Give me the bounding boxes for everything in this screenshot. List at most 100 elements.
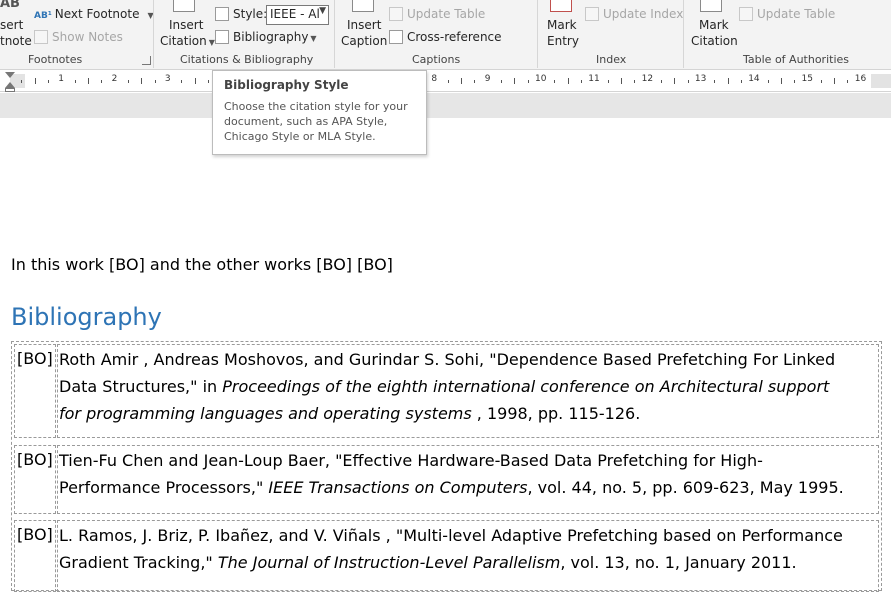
ruler-tick (501, 80, 503, 83)
ruler-number: 14 (748, 74, 760, 84)
ruler-tick (34, 78, 36, 84)
update-index-button[interactable]: Update Index (585, 7, 683, 21)
insert-footnote-icon[interactable]: AB (0, 0, 20, 11)
citation-line: Performance Processors," IEEE Transactio… (59, 474, 878, 501)
horizontal-ruler[interactable]: 12345678910111213141516 (0, 70, 891, 92)
ruler-tick (660, 80, 662, 83)
citation-line: Tien-Fu Chen and Jean-Loup Baer, "Effect… (59, 451, 763, 470)
ruler-number: 1 (58, 74, 65, 84)
insert-footnote-label-1[interactable]: sert (0, 18, 23, 32)
update-table-label: Update Table (407, 7, 486, 21)
insert-caption-label-2[interactable]: Caption (341, 34, 387, 48)
tooltip-title: Bibliography Style (224, 78, 349, 92)
mark-entry-label-1[interactable]: Mark (547, 18, 577, 32)
ribbon: AB sert tnote AB¹ Next Footnote ▼ Show Not… (0, 0, 891, 70)
ruler-number: 11 (588, 74, 600, 84)
chevron-down-icon: ▼ (208, 38, 215, 47)
ruler-tick (154, 80, 156, 83)
footnotes-group-label: Footnotes (28, 53, 83, 66)
update-table-authorities-button[interactable]: Update Table (739, 7, 835, 21)
style-label: Style: (233, 7, 268, 21)
next-footnote-button[interactable]: AB¹ Next Footnote ▼ (34, 7, 154, 21)
mark-citation-icon[interactable] (700, 0, 722, 12)
chevron-down-icon: ▼ (310, 34, 317, 43)
mark-entry-icon[interactable] (550, 0, 572, 12)
show-notes-button[interactable]: Show Notes (34, 30, 123, 44)
insert-footnote-label-2[interactable]: tnote (0, 34, 32, 48)
footnotes-dialog-launcher-icon[interactable] (142, 56, 151, 65)
ruler-tick (780, 78, 782, 84)
cross-reference-button[interactable]: Cross-reference (389, 30, 502, 44)
bibliography-icon (215, 30, 229, 44)
update-table-authorities-label: Update Table (757, 7, 836, 21)
chevron-down-icon: ▼ (319, 6, 326, 16)
insert-citation-label-1[interactable]: Insert (169, 18, 203, 32)
citation-tag: [BO] (14, 520, 56, 592)
citation-text-plain: , vol. 44, no. 5, pp. 609-623, May 1995. (527, 478, 844, 497)
ruler-tick (580, 80, 582, 83)
mark-citation-label-2[interactable]: Citation (691, 34, 738, 48)
mark-entry-label-2[interactable]: Entry (547, 34, 579, 48)
bibliography-entry[interactable]: [BO] Roth Amir , Andreas Moshovos, and G… (12, 342, 881, 440)
left-indent-icon[interactable] (5, 88, 15, 92)
bibliography-entry[interactable]: [BO] L. Ramos, J. Briz, P. Ibañez, and V… (12, 518, 881, 592)
bibliography-heading[interactable]: Bibliography (11, 303, 162, 331)
insert-citation-icon[interactable] (173, 0, 195, 12)
mark-citation-label-1[interactable]: Mark (699, 18, 729, 32)
citation-text-italic: for programming languages and operating … (59, 404, 472, 423)
ruler-tick (727, 78, 729, 84)
update-table-figures-button[interactable]: Update Table (389, 7, 485, 21)
ruler-tick (820, 80, 822, 83)
ruler-tick (127, 80, 129, 83)
style-value: IEEE - Al (270, 7, 320, 21)
ruler-number: 9 (484, 74, 491, 84)
citation-text: Tien-Fu Chen and Jean-Loup Baer, "Effect… (57, 445, 879, 514)
insert-caption-icon[interactable] (352, 0, 374, 12)
insert-caption-label-1[interactable]: Insert (347, 18, 381, 32)
ruler-tick (101, 80, 103, 83)
ruler-margin-right (871, 74, 891, 88)
ruler-tick (181, 80, 183, 83)
ruler-tick (194, 78, 196, 84)
bibliography-entry[interactable]: [BO] Tien-Fu Chen and Jean-Loup Baer, "E… (12, 443, 881, 515)
bibliography-button[interactable]: Bibliography ▼ (215, 30, 317, 44)
citation-text: Roth Amir , Andreas Moshovos, and Gurind… (57, 344, 879, 438)
group-divider (683, 0, 684, 68)
citation-text-plain: Performance Processors," (59, 478, 269, 497)
ruler-tick (514, 78, 516, 84)
insert-citation-label-2: Citation (160, 34, 207, 48)
ruler-tick (461, 78, 463, 84)
ruler-tick (607, 80, 609, 83)
ruler-tick (620, 78, 622, 84)
manage-sources-icon (215, 7, 229, 21)
bibliography-table[interactable]: [BO] Roth Amir , Andreas Moshovos, and G… (11, 341, 882, 592)
bibliography-style-tooltip: Bibliography Style Choose the citation s… (212, 70, 427, 155)
ruler-tick (87, 78, 89, 84)
citation-tag: [BO] (14, 344, 56, 438)
citation-tag: [BO] (14, 445, 56, 514)
update-table-icon (739, 7, 753, 21)
ruler-tick (634, 80, 636, 83)
show-notes-label: Show Notes (52, 30, 123, 44)
bibliography-label: Bibliography (233, 30, 309, 44)
insert-citation-button[interactable]: Citation ▼ (160, 34, 215, 48)
citation-line: for programming languages and operating … (59, 400, 878, 427)
ruler-tick (74, 80, 76, 83)
ruler-number: 8 (431, 74, 438, 84)
first-line-indent-icon[interactable] (5, 72, 15, 78)
ruler-tick (740, 80, 742, 83)
ruler-tick (567, 78, 569, 84)
style-dropdown[interactable]: IEEE - Al ▼ (266, 5, 329, 25)
ruler-tick (687, 80, 689, 83)
body-paragraph[interactable]: In this work [BO] and the other works [B… (11, 255, 393, 274)
ruler-tick (794, 80, 796, 83)
citation-line: L. Ramos, J. Briz, P. Ibañez, and V. Viñ… (59, 526, 843, 545)
citation-text: L. Ramos, J. Briz, P. Ibañez, and V. Viñ… (57, 520, 879, 592)
citation-text-plain: , 1998, pp. 115-126. (471, 404, 641, 423)
style-label-wrap: Style: (215, 7, 267, 21)
ruler-tick (474, 80, 476, 83)
ruler-tick (21, 80, 23, 83)
citation-text-italic: IEEE Transactions on Computers (268, 478, 528, 497)
update-index-icon (585, 7, 599, 21)
tooltip-body: Choose the citation style for your docum… (224, 100, 408, 143)
